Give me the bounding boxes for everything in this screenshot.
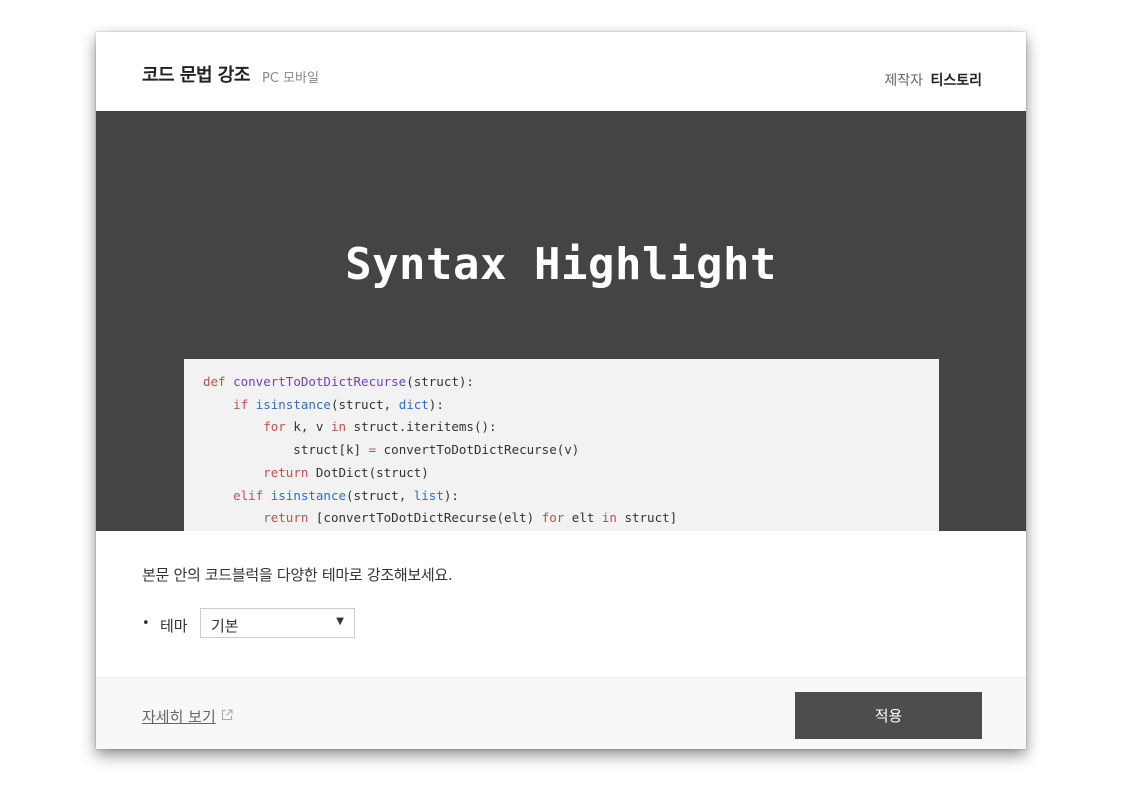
- theme-select[interactable]: 기본 ▼: [200, 608, 355, 638]
- code-line: struct[k] = convertToDotDictRecurse(v): [203, 442, 580, 458]
- theme-label: 테마: [160, 617, 188, 635]
- code-line: return DotDict(struct): [263, 464, 429, 480]
- code-block: def convertToDotDictRecurse(struct): if …: [184, 359, 939, 531]
- modal-footer: 자세히 보기 적용: [96, 677, 1026, 749]
- page-title: 코드 문법 강조: [142, 65, 250, 86]
- code-line: if isinstance(struct, dict):: [233, 396, 444, 412]
- code-line: return [convertToDotDictRecurse(elt) for…: [263, 510, 678, 526]
- code-line: def convertToDotDictRecurse(struct):: [203, 374, 474, 389]
- chevron-down-icon: ▼: [336, 616, 344, 627]
- skin-settings-modal: 코드 문법 강조 PC 모바일 제작자 티스토리 Syntax Highligh…: [96, 32, 1026, 749]
- preview-image: Syntax Highlight def convertToDotDictRec…: [96, 111, 1026, 531]
- code-line: for k, v in struct.iteritems():: [263, 419, 497, 435]
- description-text: 본문 안의 코드블럭을 다양한 테마로 강조해보세요.: [142, 566, 453, 584]
- modal-body: 본문 안의 코드블럭을 다양한 테마로 강조해보세요. • 테마 기본 ▼: [96, 531, 1026, 677]
- platform-tags: PC 모바일: [262, 71, 319, 86]
- maker-info: 제작자 티스토리: [884, 70, 982, 90]
- bullet: •: [142, 616, 150, 631]
- external-link-icon: [221, 709, 233, 721]
- maker-label: 제작자: [884, 73, 924, 89]
- preview-heading: Syntax Highlight: [345, 239, 777, 290]
- modal-header: 코드 문법 강조 PC 모바일 제작자 티스토리: [96, 32, 1026, 111]
- more-info-link[interactable]: 자세히 보기: [142, 706, 216, 727]
- code-content: def convertToDotDictRecurse(struct): if …: [203, 371, 677, 530]
- maker-name: 티스토리: [930, 73, 982, 89]
- apply-button[interactable]: 적용: [795, 692, 982, 739]
- theme-option-row: • 테마 기본 ▼: [142, 608, 442, 640]
- theme-select-value: 기본: [211, 617, 239, 635]
- code-line: elif isinstance(struct, list):: [233, 487, 459, 503]
